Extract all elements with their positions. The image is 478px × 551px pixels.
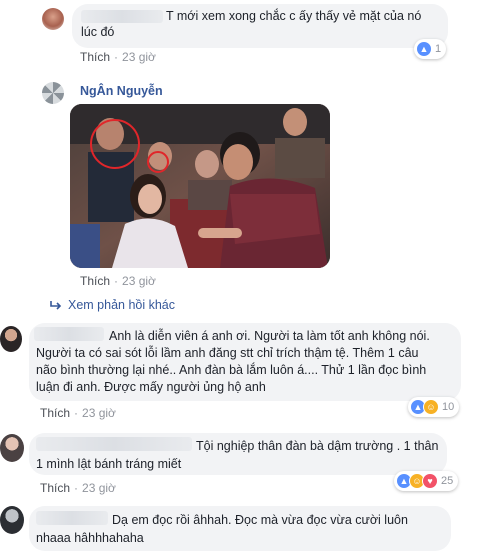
reaction-count: 25 — [441, 475, 454, 487]
blurred-commenter-name — [36, 511, 108, 525]
comment-text-line: Anh là diễn viên á anh ơi. Người ta làm … — [109, 329, 430, 343]
like-button[interactable]: Thích — [40, 481, 70, 495]
comment-text-line: Dạ em đọc rồi âhhah. Đọc mà vừa đọc vừa … — [112, 513, 408, 527]
reaction-summary[interactable]: ▲ 1 — [414, 39, 447, 59]
view-more-replies-label: Xem phản hồi khác — [68, 298, 176, 312]
comment-actions: Thích · 23 giờ — [80, 274, 156, 288]
comment-actions: Thích · 23 giờ — [40, 406, 116, 420]
comment-text-line: T mới xem xong chắc c ấy thấy vẻ mặt của… — [166, 9, 422, 23]
reaction-summary[interactable]: ▲ ☺ ♥ 25 — [394, 471, 459, 491]
comment-text-line: não bình thường lại nhé.. Anh đàn bà lắm… — [36, 363, 427, 377]
reply-arrow-icon — [50, 301, 62, 310]
commenter-name[interactable]: NgÂn Nguyễn — [80, 84, 163, 98]
comment-text-line: 1 mình lật bánh tráng miết — [36, 457, 182, 471]
comment-time[interactable]: 23 giờ — [82, 481, 116, 495]
comment-text-line: lúc đó — [81, 25, 115, 39]
comment-text-line: Tội nghiệp thân đàn bà dậm trường . 1 th… — [196, 439, 439, 453]
haha-icon: ☺ — [423, 399, 439, 415]
comment-text-line: Người ta có sai sót lỗi lầm anh đăng stt… — [36, 346, 419, 360]
reaction-summary[interactable]: ▲ ☺ 10 — [408, 397, 460, 417]
commenter-avatar[interactable] — [42, 82, 64, 104]
comment-time[interactable]: 23 giờ — [122, 274, 156, 288]
comment-photo[interactable] — [70, 104, 330, 268]
reaction-count: 1 — [435, 43, 442, 55]
comment-time[interactable]: 23 giờ — [82, 406, 116, 420]
commenter-avatar[interactable] — [0, 506, 24, 534]
comment-time[interactable]: 23 giờ — [122, 50, 156, 64]
comment-actions: Thích · 23 giờ — [80, 50, 156, 64]
like-button[interactable]: Thích — [40, 406, 70, 420]
comment-text-line: luận đi anh. Được mấy người ủng hộ anh — [36, 380, 266, 394]
like-icon: ▲ — [416, 41, 432, 57]
like-button[interactable]: Thích — [80, 50, 110, 64]
photo-image — [70, 104, 330, 268]
commenter-avatar[interactable] — [42, 8, 64, 30]
like-button[interactable]: Thích — [80, 274, 110, 288]
blurred-commenter-name — [36, 437, 192, 451]
blurred-commenter-name — [34, 327, 104, 341]
reaction-count: 10 — [442, 401, 455, 413]
blurred-commenter-name — [81, 10, 163, 23]
comment-text-line: nhaaa hâhhhahaha — [36, 531, 144, 545]
commenter-avatar[interactable] — [0, 434, 24, 462]
comment-actions: Thích · 23 giờ — [40, 481, 116, 495]
view-more-replies-link[interactable]: Xem phản hồi khác — [50, 298, 175, 312]
commenter-avatar[interactable] — [0, 326, 22, 352]
love-icon: ♥ — [422, 473, 438, 489]
